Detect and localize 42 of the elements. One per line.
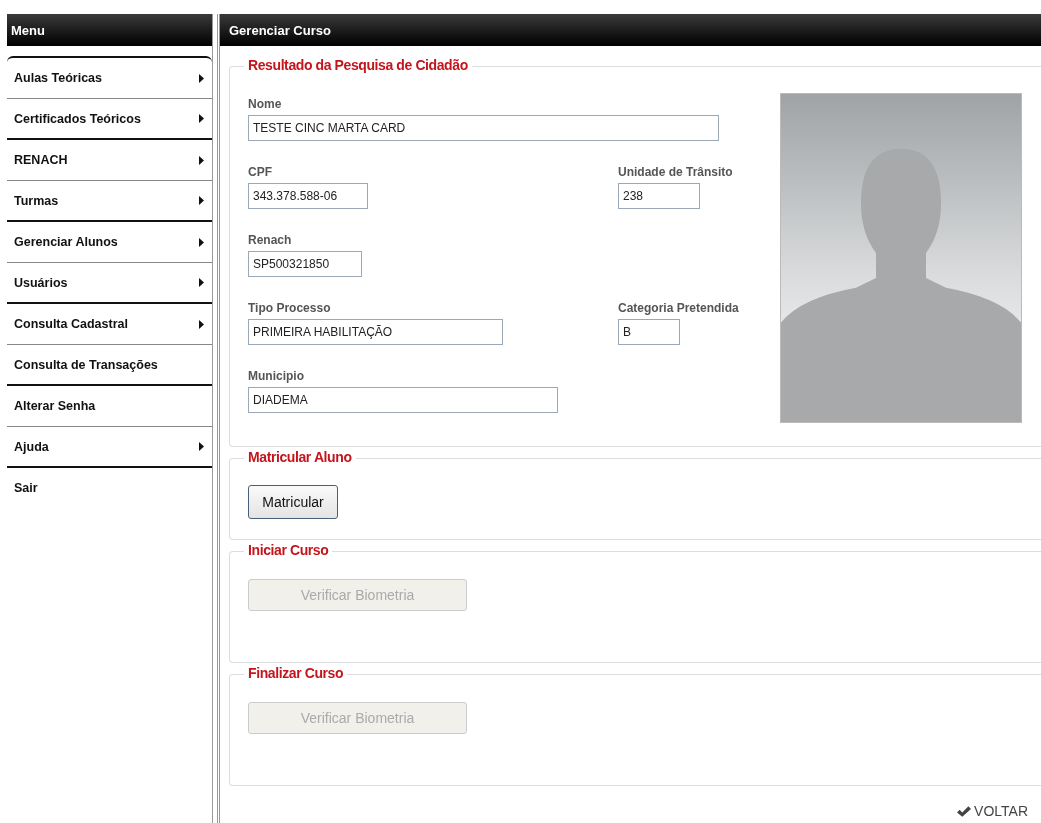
menu-item[interactable]: Usuários [7,263,212,304]
menu-item[interactable]: Alterar Senha [7,386,212,427]
menu-item[interactable]: Turmas [7,181,212,222]
field-label: Renach [248,233,292,248]
section-legend: Matricular Aluno [244,449,356,465]
input-field[interactable]: DIADEMA [248,387,558,413]
input-field[interactable]: B [618,319,680,345]
input-field[interactable]: SP500321850 [248,251,362,277]
menu-item[interactable]: Ajuda [7,427,212,468]
submenu-arrow-icon [199,196,204,205]
field-label: Tipo Processo [248,301,331,316]
field-label: Nome [248,97,282,112]
submenu-arrow-icon [199,319,204,329]
field-label: Categoria Pretendida [618,301,739,316]
field-label: Unidade de Trânsito [618,165,733,180]
menu-item[interactable]: Gerenciar Alunos [7,222,212,263]
input-field[interactable]: 343.378.588-06 [248,183,368,209]
page-title: Gerenciar Curso [229,22,331,38]
back-link[interactable]: VOLTAR [957,803,1028,819]
menu-item[interactable]: Sair [7,468,212,508]
submenu-arrow-icon [199,114,204,123]
input-field[interactable]: PRIMEIRA HABILITAÇÃO [248,319,503,345]
menu-item[interactable]: Consulta Cadastral [7,304,212,345]
menu-title: Menu [11,22,45,38]
submenu-arrow-icon [199,237,204,247]
check-icon [957,805,972,817]
submenu-arrow-icon [199,155,204,165]
input-field[interactable]: TESTE CINC MARTA CARD [248,115,719,141]
action-button[interactable]: Matricular [248,485,338,519]
submenu-arrow-icon [199,442,204,451]
submenu-arrow-icon [199,73,204,83]
section-legend: Iniciar Curso [244,542,333,558]
submenu-arrow-icon [199,278,204,287]
menu-item[interactable]: Certificados Teóricos [7,99,212,140]
field-label: CPF [248,165,272,180]
menu-item[interactable]: Aulas Teóricas [7,58,212,99]
menu-item[interactable]: RENACH [7,140,212,181]
input-field[interactable]: 238 [618,183,700,209]
section-legend: Finalizar Curso [244,665,348,681]
menu-item[interactable]: Consulta de Transações [7,345,212,386]
section-legend: Resultado da Pesquisa de Cidadão [244,57,472,73]
field-label: Municipio [248,369,304,384]
